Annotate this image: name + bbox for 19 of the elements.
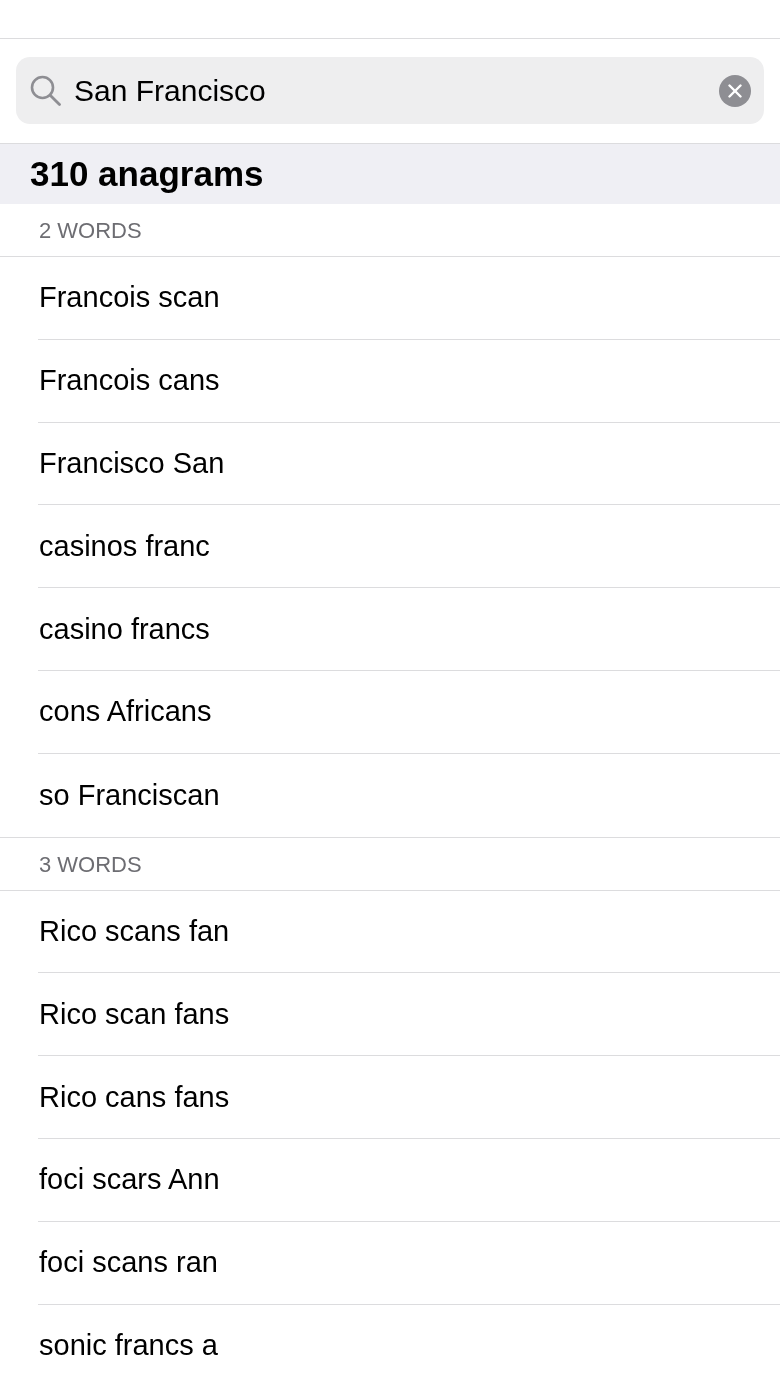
close-icon — [728, 84, 742, 98]
anagram-item[interactable]: foci scans ran — [38, 1246, 218, 1280]
anagram-item[interactable]: Francois scan — [38, 281, 220, 315]
anagram-item[interactable]: foci scars Ann — [38, 1163, 220, 1197]
section-header: 3 WORDS — [39, 850, 142, 878]
search-icon — [30, 75, 61, 106]
anagram-count-title: 310 anagrams — [30, 154, 264, 194]
anagram-item[interactable]: Rico scan fans — [38, 997, 230, 1031]
anagram-item[interactable]: Rico cans fans — [38, 1080, 230, 1114]
search-field[interactable]: San Francisco — [16, 57, 764, 124]
anagram-item[interactable]: cons Africans — [38, 695, 212, 729]
anagram-item[interactable]: so Franciscan — [38, 778, 220, 812]
anagram-item[interactable]: sonic francs a — [38, 1329, 218, 1363]
anagram-item[interactable]: Rico scans fan — [38, 914, 230, 948]
anagram-item[interactable]: Francisco San — [38, 447, 225, 480]
anagram-item[interactable]: casinos franc — [38, 529, 210, 563]
anagram-item[interactable]: casino francs — [38, 612, 210, 646]
section-header: 2 WORDS — [39, 217, 142, 244]
anagram-item[interactable]: Francois cans — [38, 364, 220, 398]
